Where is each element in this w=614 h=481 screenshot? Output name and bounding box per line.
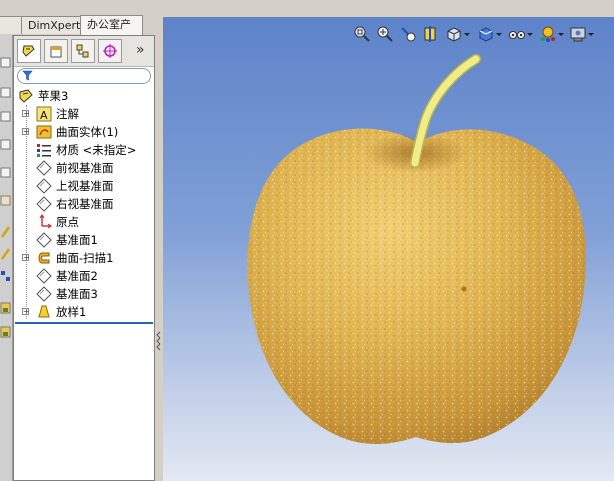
tree-item-label: 放样1: [56, 305, 87, 319]
tab-dimxpert[interactable]: DimXpert: [21, 16, 81, 34]
part-tool-icon[interactable]: [0, 301, 11, 315]
cube-tool-icon[interactable]: [0, 85, 11, 99]
surface-bodies-icon: [36, 125, 52, 139]
tree-item-label: 右视基准面: [56, 197, 114, 211]
tree-item-label: 上视基准面: [56, 179, 114, 193]
tab-row: DimXpert 办公室产品: [0, 15, 158, 48]
apple-model[interactable]: [163, 17, 614, 481]
property-manager-icon: [50, 46, 62, 58]
cube-tool-icon[interactable]: [0, 165, 11, 179]
plane-icon: [36, 196, 52, 212]
sketch-pencil-icon[interactable]: [0, 225, 11, 239]
more-tabs-button[interactable]: »: [136, 42, 145, 58]
svg-text:A: A: [40, 109, 48, 122]
tree-item-surface-bodies[interactable]: + 曲面实体(1): [14, 123, 154, 141]
origin-icon: [39, 214, 52, 229]
part-icon: [19, 89, 33, 103]
tree-item-loft1[interactable]: + 放样1: [14, 303, 154, 321]
configuration-manager-tab[interactable]: [71, 39, 95, 63]
surface-sweep-icon: [38, 252, 50, 264]
tab-office-products[interactable]: 办公室产品: [80, 15, 143, 48]
property-manager-tab[interactable]: [44, 39, 68, 63]
feature-manager-toolbar: »: [14, 36, 154, 67]
tree-item-top-plane[interactable]: 上视基准面: [14, 177, 154, 195]
plane-icon: [36, 232, 52, 248]
dimxpert-manager-icon: [103, 44, 117, 58]
tree-item-surface-sweep[interactable]: + 曲面-扫描1: [14, 249, 154, 267]
plane-icon: [36, 160, 52, 176]
shaded-box-icon[interactable]: [0, 193, 11, 207]
rollback-bar[interactable]: [15, 322, 153, 324]
tab-partial[interactable]: [0, 16, 22, 34]
filter-input[interactable]: [17, 68, 151, 84]
tree-item-label: 注解: [56, 107, 79, 121]
expand-toggle[interactable]: +: [22, 254, 30, 262]
expand-toggle[interactable]: +: [22, 110, 30, 118]
tree-item-label: 基准面2: [56, 269, 98, 283]
cube-tool-icon[interactable]: [0, 109, 11, 123]
expand-toggle[interactable]: +: [22, 308, 30, 316]
sketch-pencil-icon[interactable]: [0, 247, 11, 261]
relation-icon[interactable]: [0, 269, 11, 283]
tree-item-plane1[interactable]: 基准面1: [14, 231, 154, 249]
feature-manager-panel: » 苹果3 + A 注解 + 曲面实体(1) 材质 <未指定> 前视基准面 上视…: [13, 35, 155, 481]
feature-tree-tab[interactable]: [17, 39, 41, 63]
tree-item-label: 基准面3: [56, 287, 98, 301]
expand-toggle[interactable]: +: [22, 128, 30, 136]
tree-item-right-plane[interactable]: 右视基准面: [14, 195, 154, 213]
panel-splitter[interactable]: [155, 35, 163, 481]
tree-item-label: 苹果3: [38, 89, 69, 103]
filter-funnel-icon: [22, 70, 33, 81]
tree-item-label: 曲面-扫描1: [56, 251, 114, 265]
collapse-panel-grip-icon[interactable]: [156, 330, 162, 352]
annotations-icon: A: [36, 106, 52, 122]
feature-tree-icon: [22, 45, 35, 57]
cube-tool-icon[interactable]: [0, 55, 11, 69]
tree-item-origin[interactable]: 原点: [14, 213, 154, 231]
tree-item-part[interactable]: 苹果3: [14, 87, 154, 105]
tree-item-label: 基准面1: [56, 233, 98, 247]
material-icon: [37, 144, 51, 157]
tree-item-label: 曲面实体(1): [56, 125, 119, 139]
tree-item-material[interactable]: 材质 <未指定>: [14, 141, 154, 159]
tree-item-plane2[interactable]: 基准面2: [14, 267, 154, 285]
tree-item-label: 原点: [56, 215, 79, 229]
plane-icon: [36, 286, 52, 302]
part-tool-icon[interactable]: [0, 325, 11, 339]
dimxpert-manager-tab[interactable]: [98, 39, 122, 63]
plane-icon: [36, 178, 52, 194]
graphics-area[interactable]: [163, 17, 614, 481]
cube-tool-icon[interactable]: [0, 137, 11, 151]
plane-icon: [36, 268, 52, 284]
tree-item-front-plane[interactable]: 前视基准面: [14, 159, 154, 177]
configuration-manager-icon: [76, 44, 89, 58]
command-manager-tabs: DimXpert 办公室产品: [0, 0, 158, 48]
tree-item-plane3[interactable]: 基准面3: [14, 285, 154, 303]
loft-icon: [38, 305, 50, 318]
tree-item-annotations[interactable]: + A 注解: [14, 105, 154, 123]
tree-item-label: 材质 <未指定>: [56, 143, 137, 157]
left-tool-strip: [0, 35, 13, 481]
tree-item-label: 前视基准面: [56, 161, 114, 175]
